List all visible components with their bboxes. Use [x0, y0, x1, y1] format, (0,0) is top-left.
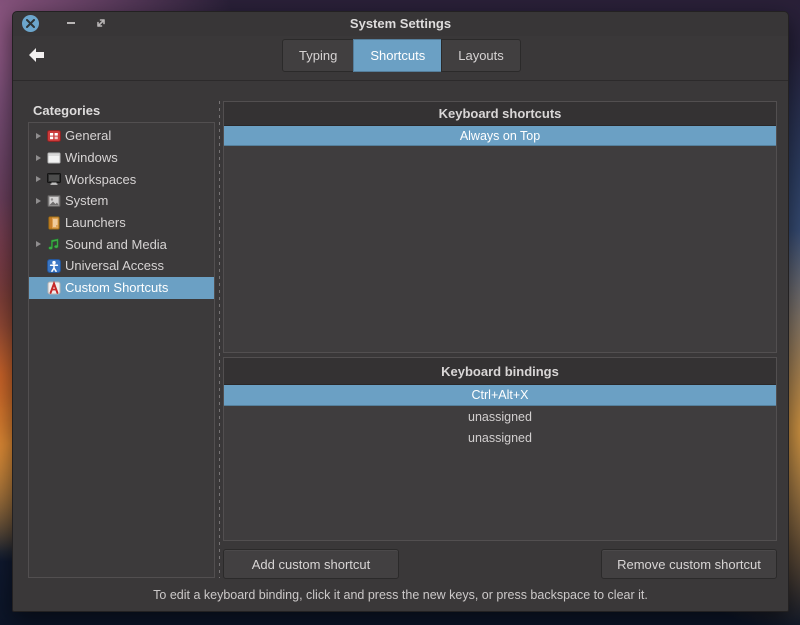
system-settings-window: System Settings Typing Shortcuts Layouts… — [12, 11, 789, 612]
back-button[interactable] — [28, 47, 54, 67]
sidebar-item-label: Sound and Media — [65, 236, 167, 252]
sidebar-item-workspaces[interactable]: Workspaces — [29, 168, 214, 190]
sidebar-item-general[interactable]: General — [29, 125, 214, 147]
titlebar: System Settings — [13, 12, 788, 36]
categories-header: Categories — [33, 103, 101, 118]
expander-icon[interactable] — [32, 176, 44, 183]
universal-access-icon — [46, 258, 62, 274]
back-arrow-icon — [28, 47, 46, 68]
tab-bar: Typing Shortcuts Layouts — [282, 39, 521, 72]
keyboard-shortcuts-header: Keyboard shortcuts — [224, 102, 776, 126]
binding-row-3[interactable]: unassigned — [224, 427, 776, 448]
binding-row-2[interactable]: unassigned — [224, 406, 776, 427]
windows-icon — [46, 150, 62, 166]
launchers-icon — [46, 215, 62, 231]
binding-edit-hint: To edit a keyboard binding, click it and… — [153, 588, 648, 602]
sidebar-item-label: Launchers — [65, 215, 126, 231]
binding-row-1[interactable]: Ctrl+Alt+X — [224, 385, 776, 406]
sidebar-item-label: General — [65, 128, 112, 144]
expander-icon[interactable] — [32, 197, 44, 204]
workspaces-icon — [46, 171, 62, 187]
sidebar-item-custom-shortcuts[interactable]: Custom Shortcuts — [29, 276, 214, 299]
keyboard-shortcuts-panel: Keyboard shortcuts Always on Top — [223, 101, 777, 353]
tab-shortcuts[interactable]: Shortcuts — [353, 39, 443, 72]
sidebar-item-windows[interactable]: Windows — [29, 147, 214, 169]
general-icon — [46, 128, 62, 144]
sidebar-item-universal-access[interactable]: Universal Access — [29, 255, 214, 277]
tab-typing[interactable]: Typing — [282, 39, 355, 72]
keyboard-bindings-panel: Keyboard bindings Ctrl+Alt+X unassigned … — [223, 357, 777, 541]
expander-icon[interactable] — [32, 132, 44, 139]
sidebar-item-label: Windows — [65, 150, 118, 166]
add-custom-shortcut-button[interactable]: Add custom shortcut — [223, 549, 399, 579]
categories-list: General Windows Workspaces System Launch… — [28, 122, 215, 578]
sidebar-item-label: Universal Access — [65, 258, 164, 274]
expander-icon[interactable] — [32, 154, 44, 161]
toolbar-separator — [13, 80, 788, 81]
shortcut-row-always-on-top[interactable]: Always on Top — [224, 126, 776, 146]
sound-and-media-icon — [46, 236, 62, 252]
sidebar-item-sound-and-media[interactable]: Sound and Media — [29, 233, 214, 255]
window-title: System Settings — [349, 16, 452, 31]
sidebar-item-system[interactable]: System — [29, 190, 214, 212]
sidebar-item-label: Custom Shortcuts — [65, 280, 169, 296]
sidebar-item-label: Workspaces — [65, 171, 137, 187]
pane-resize-handle[interactable] — [218, 101, 220, 578]
expander-icon[interactable] — [32, 241, 44, 248]
custom-shortcuts-icon — [46, 280, 62, 296]
tab-layouts[interactable]: Layouts — [441, 39, 521, 72]
system-icon — [46, 193, 62, 209]
sidebar-item-launchers[interactable]: Launchers — [29, 212, 214, 234]
keyboard-bindings-header: Keyboard bindings — [224, 358, 776, 385]
sidebar-item-label: System — [65, 193, 109, 209]
remove-custom-shortcut-button[interactable]: Remove custom shortcut — [601, 549, 777, 579]
